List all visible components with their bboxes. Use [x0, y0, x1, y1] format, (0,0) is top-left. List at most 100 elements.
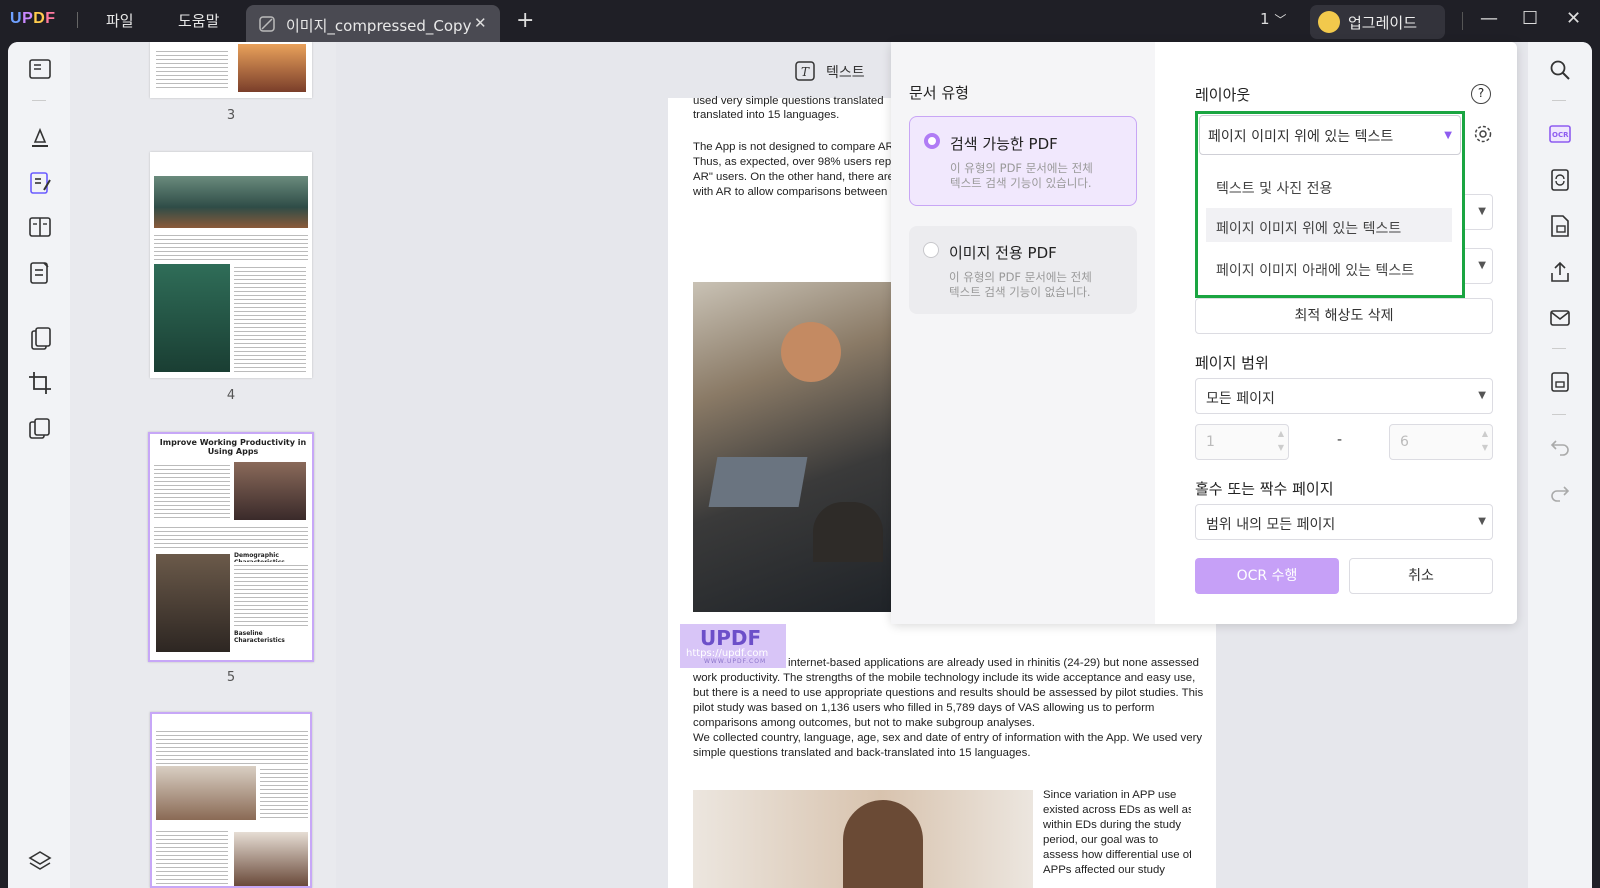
run-ocr-button[interactable]: OCR 수행: [1195, 558, 1339, 594]
menu-file[interactable]: 파일: [106, 10, 134, 31]
page-selector[interactable]: 1 ﹀: [1260, 10, 1286, 28]
add-tab-button[interactable]: +: [516, 8, 534, 33]
radio-unselected[interactable]: [923, 242, 939, 258]
convert-file-icon[interactable]: [1548, 168, 1572, 192]
thumbnail-page[interactable]: [150, 712, 312, 888]
thumbnail-text-lines: [154, 524, 308, 548]
minimize-button[interactable]: —: [1480, 8, 1498, 29]
thumbnail-page[interactable]: [150, 152, 312, 378]
page-organize-icon[interactable]: [27, 214, 53, 240]
option-searchable-pdf[interactable]: 검색 가능한 PDF 이 유형의 PDF 문서에는 전체 텍스트 검색 기능이 …: [909, 116, 1137, 206]
right-toolbar: OCR: [1528, 42, 1592, 888]
text-tool-button[interactable]: T 텍스트: [794, 58, 876, 84]
close-tab-icon[interactable]: ✕: [474, 14, 487, 32]
title-bar: UPDF 파일 도움말 이미지_compressed_Copy ✕ + 1 ﹀ …: [0, 0, 1600, 44]
caret-down-icon: ▼: [1478, 260, 1486, 271]
thumbnail-image: [156, 554, 230, 652]
thumbnail-heading: Baseline Characteristics: [234, 630, 285, 644]
cancel-button[interactable]: 취소: [1349, 558, 1493, 594]
lock-file-icon[interactable]: [1548, 214, 1572, 238]
convert-icon[interactable]: [27, 326, 53, 352]
text-tool-label: 텍스트: [826, 65, 865, 81]
help-icon[interactable]: ?: [1471, 84, 1491, 104]
layout-option[interactable]: 텍스트 및 사진 전용: [1216, 178, 1332, 198]
thumbnail-page[interactable]: [150, 42, 312, 98]
pdf-page: UPDF https://updf.com WWW.UPDF.COM inter…: [668, 614, 1216, 888]
thumbnail-text-lines: [156, 48, 228, 88]
thumbnail-text-lines: [154, 232, 308, 260]
text-line: AR" users. On the other hand, there are …: [693, 171, 901, 183]
layout-option[interactable]: 페이지 이미지 아래에 있는 텍스트: [1216, 260, 1414, 280]
layers-icon[interactable]: [27, 848, 53, 874]
maximize-button[interactable]: ☐: [1522, 8, 1538, 29]
text-line: We collected country, language, age, sex…: [693, 732, 1203, 744]
desc-line: 텍스트 검색 기능이 없습니다.: [949, 285, 1091, 299]
text-line: within EDs during the study: [1043, 819, 1182, 831]
page-range-value: 모든 페이지: [1206, 391, 1275, 407]
document-tab[interactable]: 이미지_compressed_Copy ✕: [246, 5, 500, 44]
odd-even-select[interactable]: 범위 내의 모든 페이지 ▼: [1195, 504, 1493, 540]
radio-selected[interactable]: [924, 133, 940, 149]
thumbnail-image: [238, 44, 306, 92]
save-icon[interactable]: [1548, 370, 1572, 394]
text-line: used very simple questions translated: [693, 95, 884, 107]
redo-icon[interactable]: [1548, 480, 1572, 504]
text-line: comparisons among outcomes, but not to m…: [693, 717, 1035, 729]
upgrade-button[interactable]: 업그레이드: [1310, 5, 1445, 39]
range-from-input[interactable]: 1 ▲ ▼: [1195, 424, 1289, 460]
thumbnail-image: [156, 766, 256, 820]
stepper-icon[interactable]: ▲ ▼: [1482, 427, 1488, 455]
text-line: translated into 15 languages.: [693, 109, 840, 121]
delete-resolution-button[interactable]: 최적 해상도 삭제: [1195, 298, 1493, 334]
range-dash: -: [1337, 432, 1343, 448]
thumbnail-page-selected[interactable]: Improve Working Productivity in Using Ap…: [148, 432, 314, 662]
crop-icon[interactable]: [27, 370, 53, 396]
caret-down-icon: ▼: [1478, 516, 1486, 527]
close-window-button[interactable]: ✕: [1566, 8, 1581, 29]
page-range-select[interactable]: 모든 페이지 ▼: [1195, 378, 1493, 414]
page-number: 3: [226, 108, 236, 123]
settings-icon[interactable]: [1473, 124, 1493, 144]
updf-logo-image: UPDF https://updf.com WWW.UPDF.COM: [680, 624, 786, 668]
text-line: simple questions translated and back-tra…: [693, 747, 1031, 759]
thumbnail-panel: 3 4 Improve Working Productivity in Usin…: [70, 42, 336, 888]
share-icon[interactable]: [1548, 260, 1572, 284]
reader-icon[interactable]: [27, 56, 53, 82]
avatar: [1318, 11, 1340, 33]
range-to-value: 6: [1400, 434, 1409, 450]
page-range-label: 페이지 범위: [1195, 354, 1269, 372]
divider: [1552, 100, 1566, 101]
svg-text:T: T: [801, 65, 810, 79]
ocr-icon[interactable]: OCR: [1548, 122, 1572, 146]
divider: [1552, 414, 1566, 415]
option-description: 이 유형의 PDF 문서에는 전체 텍스트 검색 기능이 없습니다.: [949, 270, 1092, 300]
thumbnail-image: [234, 832, 308, 886]
layout-option[interactable]: 페이지 이미지 위에 있는 텍스트: [1216, 218, 1401, 238]
menu-help[interactable]: 도움말: [178, 10, 219, 31]
thumbnail-text-lines: [260, 766, 308, 820]
protect-icon[interactable]: [27, 416, 53, 442]
desc-line: 이 유형의 PDF 문서에는 전체: [949, 270, 1092, 284]
photo-person: [813, 502, 883, 562]
text-line: The App is not designed to compare AR: [693, 141, 894, 153]
layout-select[interactable]: 페이지 이미지 위에 있는 텍스트 ▼: [1199, 115, 1461, 155]
option-image-only-pdf[interactable]: 이미지 전용 PDF 이 유형의 PDF 문서에는 전체 텍스트 검색 기능이 …: [909, 226, 1137, 314]
highlighter-icon[interactable]: [27, 124, 53, 150]
mail-icon[interactable]: [1548, 306, 1572, 330]
logo-text: UPDF: [700, 626, 762, 650]
search-icon[interactable]: [1548, 58, 1572, 82]
layout-label: 레이아웃: [1195, 86, 1251, 104]
form-icon[interactable]: [27, 260, 53, 286]
photo-person: [843, 800, 923, 888]
text-line: work productivity. The strengths of the …: [693, 672, 1196, 684]
stepper-icon[interactable]: ▲ ▼: [1278, 427, 1284, 455]
edit-pdf-icon[interactable]: [27, 170, 53, 196]
divider: [1552, 348, 1566, 349]
page-number: 4: [226, 388, 236, 403]
woman-photo: [693, 790, 1033, 888]
range-to-input[interactable]: 6 ▲ ▼: [1389, 424, 1493, 460]
undo-icon[interactable]: [1548, 434, 1572, 458]
photo-person: [781, 322, 841, 382]
odd-even-label: 홀수 또는 짝수 페이지: [1195, 480, 1334, 498]
upgrade-label: 업그레이드: [1348, 14, 1418, 32]
